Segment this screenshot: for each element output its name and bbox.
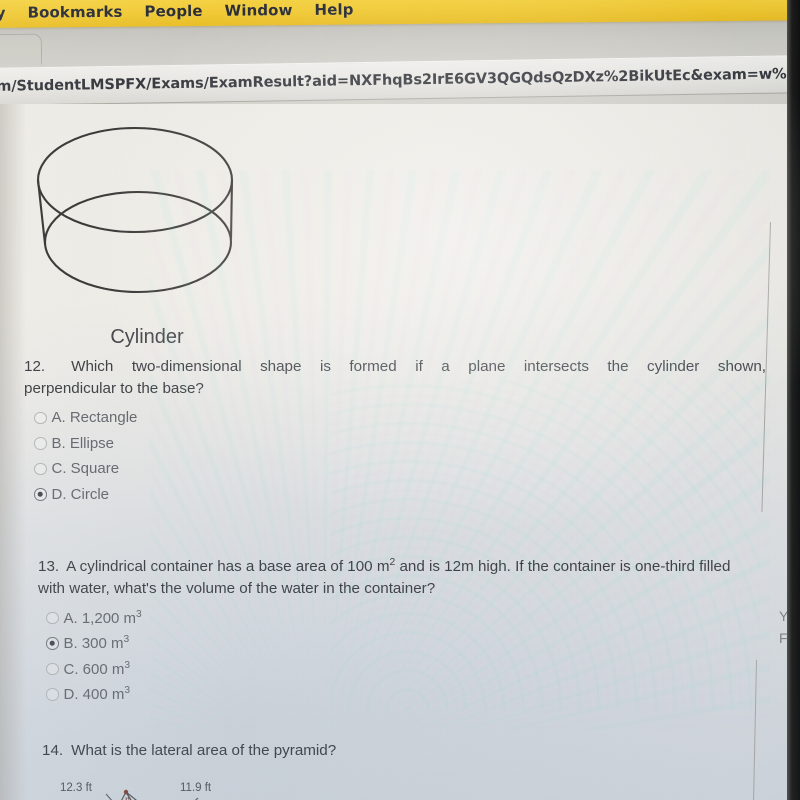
- radio-icon-12-a[interactable]: [34, 411, 47, 425]
- menu-item-history[interactable]: ry: [0, 4, 6, 22]
- radio-icon-12-b[interactable]: [34, 437, 47, 450]
- choice-12-c-label: C. Square: [51, 460, 120, 478]
- pyramid-dimension-left: 12.3 ft: [60, 782, 92, 794]
- question-12-text: 12. Which two-dimensional shape is formed…: [24, 356, 766, 399]
- menu-item-window[interactable]: Window: [225, 1, 293, 20]
- question-12-choices: A. Rectangle B. Ellipse C. Square D. Cir…: [24, 405, 766, 507]
- question-13-prompt-a: A cylindrical container has a base area …: [66, 558, 390, 576]
- choice-12-b-label: B. Ellipse: [51, 434, 115, 452]
- choice-12-a-label: A. Rectangle: [51, 409, 138, 427]
- radio-icon-13-c[interactable]: [46, 662, 59, 676]
- radio-icon-13-d[interactable]: [46, 688, 59, 701]
- choice-13-d[interactable]: D. 400 m3: [46, 682, 760, 708]
- menu-item-help[interactable]: Help: [314, 1, 353, 19]
- exam-page: Cylinder 12. Which two-dimensional shape …: [0, 104, 800, 800]
- browser-tab[interactable]: [0, 33, 43, 66]
- question-14-text: 14. What is the lateral area of the pyram…: [42, 740, 742, 762]
- menu-item-people[interactable]: People: [144, 2, 202, 21]
- question-12-tail: perpendicular to the base?: [24, 379, 204, 397]
- cylinder-diagram: [22, 118, 272, 328]
- question-12-head-line: 12. Which two-dimensional shape is formed…: [24, 356, 766, 378]
- menu-item-bookmarks[interactable]: Bookmarks: [27, 3, 122, 22]
- choice-12-d-label: D. Circle: [51, 485, 110, 503]
- radio-icon-12-d[interactable]: [34, 488, 47, 501]
- monitor-bezel-edge: [787, 0, 800, 800]
- choice-12-a[interactable]: A. Rectangle: [34, 405, 766, 431]
- question-13: 13. A cylindrical container has a base ar…: [38, 556, 760, 707]
- cylinder-svg: [36, 126, 234, 294]
- question-12-prompt: Which two-dimensional shape is formed if…: [71, 358, 766, 375]
- screenshot-root: Cylinder 12. Which two-dimensional shape …: [0, 0, 800, 800]
- question-13-prompt-b: and is 12m high. If the container is one…: [395, 558, 695, 576]
- choice-12-c[interactable]: C. Square: [34, 456, 766, 482]
- pyramid-diagram: 12.3 ft 11.9 ft: [48, 772, 278, 800]
- question-12: 12. Which two-dimensional shape is formed…: [24, 356, 766, 507]
- radio-icon-13-a[interactable]: [46, 611, 59, 625]
- choice-13-b[interactable]: B. 300 m3: [46, 631, 760, 657]
- question-14-prompt: What is the lateral area of the pyramid?: [71, 742, 337, 759]
- menu-bar-items: ry Bookmarks People Window Help: [0, 0, 354, 28]
- question-12-number: 12.: [24, 358, 46, 375]
- choice-13-b-label: B. 300 m3: [63, 634, 130, 653]
- radio-icon-12-c[interactable]: [34, 462, 47, 476]
- choice-13-a-label: A. 1,200 m3: [63, 608, 142, 627]
- question-13-text: 13. A cylindrical container has a base ar…: [38, 556, 760, 599]
- choice-13-d-label: D. 400 m3: [63, 685, 131, 704]
- question-14-number: 14.: [42, 742, 64, 759]
- choice-13-c[interactable]: C. 600 m3: [46, 656, 760, 682]
- choice-12-b[interactable]: B. Ellipse: [34, 431, 766, 457]
- question-14: 14. What is the lateral area of the pyram…: [42, 740, 742, 762]
- choice-12-d[interactable]: D. Circle: [34, 482, 766, 508]
- choice-13-c-label: C. 600 m3: [63, 659, 131, 678]
- choice-13-a[interactable]: A. 1,200 m3: [46, 605, 760, 631]
- question-13-choices: A. 1,200 m3 B. 300 m3 C. 600 m3 D. 400 m…: [38, 605, 760, 707]
- address-bar-url: m/StudentLMSPFX/Exams/ExamResult?aid=NXF…: [0, 65, 800, 95]
- pyramid-dimension-right: 11.9 ft: [180, 782, 212, 794]
- cylinder-caption: Cylinder: [110, 326, 184, 348]
- question-13-number: 13.: [38, 558, 60, 576]
- radio-icon-13-b[interactable]: [46, 637, 59, 650]
